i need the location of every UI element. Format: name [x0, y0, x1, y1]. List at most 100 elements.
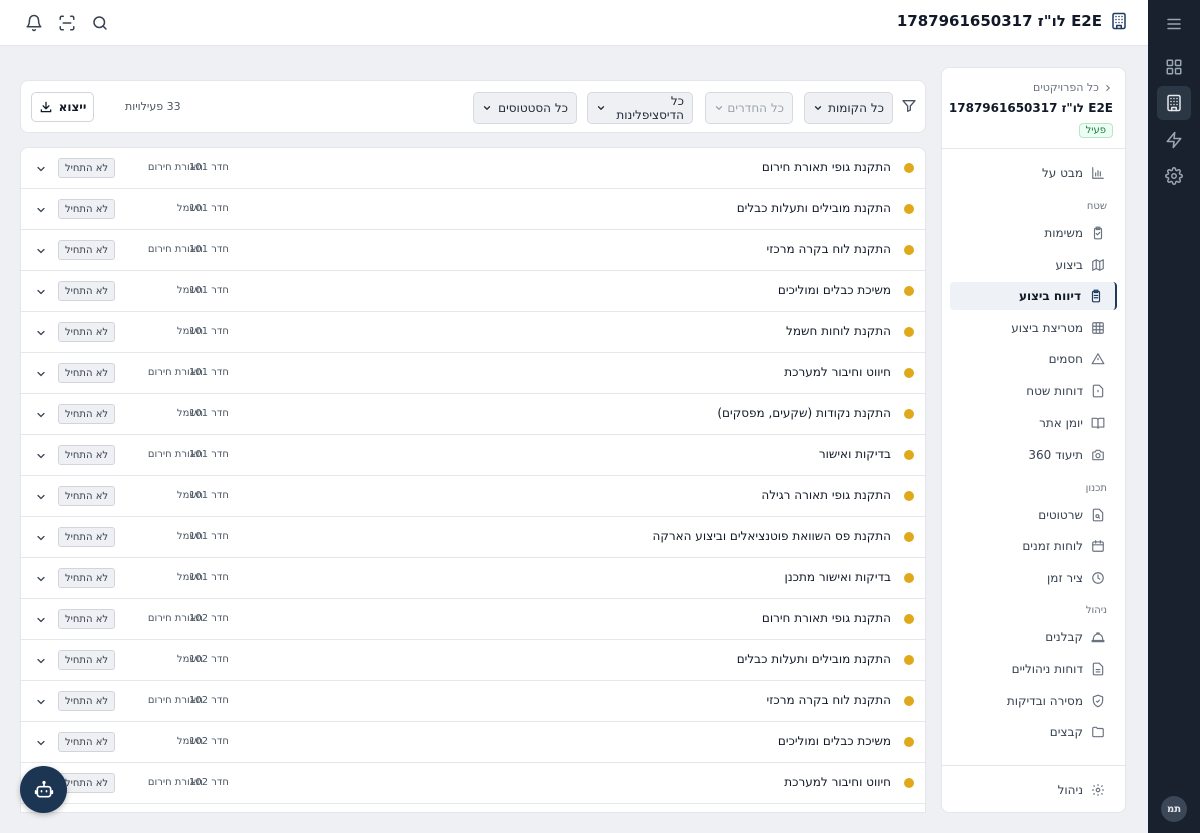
- chevron-down-icon[interactable]: [35, 163, 47, 175]
- nav-files[interactable]: קבצים: [950, 718, 1117, 746]
- status-button[interactable]: לא התחיל: [58, 445, 115, 465]
- chevron-down-icon[interactable]: [35, 450, 47, 462]
- status-button[interactable]: לא התחיל: [58, 322, 115, 342]
- status-button[interactable]: לא התחיל: [58, 281, 115, 301]
- activity-title: התקנת גופי תאורת חירום: [761, 611, 891, 625]
- nav-drawings[interactable]: שרטוטים: [950, 501, 1117, 529]
- activity-title: משיכת כבלים ומוליכים: [777, 734, 891, 748]
- activity-row[interactable]: התקנת גופי תאורה רגילה חדר 101 חשמל לא התחי…: [21, 476, 925, 517]
- nav-execution-report[interactable]: דיווח ביצוע: [950, 282, 1117, 310]
- chevron-down-icon[interactable]: [35, 696, 47, 708]
- chevron-down-icon[interactable]: [35, 655, 47, 667]
- filter-bar: כל הקומות כל החדרים כל הדיסציפלינות כל ה…: [20, 80, 926, 133]
- chevron-down-icon[interactable]: [35, 204, 47, 216]
- status-dot: [904, 614, 914, 624]
- building-icon: [1110, 12, 1128, 30]
- activity-row[interactable]: בדיקות ואישור חדר 101 תאורת חירום לא התחיל: [21, 435, 925, 476]
- floors-select[interactable]: כל הקומות: [804, 92, 893, 124]
- activity-row[interactable]: התקנת מובילים ותעלות כבלים חדר 102 חשמל לא …: [21, 640, 925, 681]
- assistant-bot-button[interactable]: [20, 766, 67, 813]
- activity-row[interactable]: חיווט וחיבור למערכת חדר 101 תאורת חירום לא …: [21, 353, 925, 394]
- gear-icon: [1091, 783, 1105, 797]
- status-button[interactable]: לא התחיל: [58, 568, 115, 588]
- scan-icon[interactable]: [58, 14, 76, 32]
- activity-row[interactable]: משיכת כבלים ומוליכים חדר 102 חשמל לא התחיל: [21, 722, 925, 763]
- activity-row[interactable]: התקנת פס השוואת פוטנציאלים וביצוע הארקה ח…: [21, 517, 925, 558]
- status-button[interactable]: לא התחיל: [58, 486, 115, 506]
- nav-contractors[interactable]: קבלנים: [950, 623, 1117, 651]
- status-dot: [904, 368, 914, 378]
- status-button[interactable]: לא התחיל: [58, 609, 115, 629]
- status-dot: [904, 655, 914, 665]
- chevron-down-icon[interactable]: [35, 286, 47, 298]
- nav-label: משימות: [1044, 226, 1083, 240]
- chevron-down-icon[interactable]: [35, 368, 47, 380]
- export-button[interactable]: ייצוא: [31, 92, 94, 122]
- status-button[interactable]: לא התחיל: [58, 404, 115, 424]
- nav-label: דוחות ניהוליים: [1011, 662, 1083, 676]
- activity-row[interactable]: משיכת כבלים ומוליכים חדר 101 חשמל לא התחיל: [21, 271, 925, 312]
- status-button[interactable]: לא התחיל: [58, 158, 115, 178]
- chevron-down-icon[interactable]: [35, 491, 47, 503]
- activity-title: התקנת מובילים ותעלות כבלים: [736, 201, 891, 215]
- statuses-select[interactable]: כל הסטטוסים: [473, 92, 577, 124]
- status-button[interactable]: לא התחיל: [58, 650, 115, 670]
- status-button[interactable]: לא התחיל: [58, 363, 115, 383]
- bell-icon[interactable]: [25, 14, 43, 32]
- chevron-down-icon[interactable]: [35, 532, 47, 544]
- nav-execution[interactable]: ביצוע: [950, 251, 1117, 279]
- activity-row[interactable]: התקנת נקודות (שקעים, מפסקים) חדר 101 חשמל ל…: [21, 394, 925, 435]
- user-avatar[interactable]: תמ: [1161, 796, 1187, 822]
- activity-row[interactable]: התקנת גופי תאורת חירום חדר 101 תאורת חירום…: [21, 148, 925, 189]
- nav-blockers[interactable]: חסמים: [950, 345, 1117, 373]
- nav-label: יומן אתר: [1039, 416, 1083, 430]
- menu-icon[interactable]: [1161, 11, 1187, 37]
- status-button[interactable]: לא התחיל: [58, 240, 115, 260]
- calendar-icon: [1091, 539, 1105, 553]
- disciplines-select[interactable]: כל הדיסציפלינות: [587, 92, 693, 124]
- status-button[interactable]: לא התחיל: [58, 199, 115, 219]
- breadcrumb[interactable]: כל הפרויקטים: [1033, 81, 1113, 94]
- activity-row[interactable]: התקנת מובילים ותעלות כבלים חדר 101 חשמל לא …: [21, 189, 925, 230]
- filter-icon[interactable]: [901, 98, 917, 114]
- activity-row[interactable]: התקנת לוח בקרה מרכזי חדר 102 תאורת חירום לא…: [21, 681, 925, 722]
- activity-title: חיווט וחיבור למערכת: [784, 365, 891, 379]
- gear-icon[interactable]: [1161, 163, 1187, 189]
- chevron-down-icon[interactable]: [35, 245, 47, 257]
- nav-execution-matrix[interactable]: מטריצת ביצוע: [950, 314, 1117, 342]
- clock-icon: [1091, 571, 1105, 585]
- nav-overview[interactable]: מבט על: [950, 159, 1117, 187]
- lightning-icon[interactable]: [1161, 127, 1187, 153]
- status-dot: [904, 778, 914, 788]
- nav-admin[interactable]: ניהול: [950, 776, 1117, 804]
- nav-360-docs[interactable]: תיעוד 360: [950, 441, 1117, 469]
- nav-schedules[interactable]: לוחות זמנים: [950, 532, 1117, 560]
- status-button[interactable]: לא התחיל: [58, 732, 115, 752]
- nav-handover[interactable]: מסירה ובדיקות: [950, 687, 1117, 715]
- status-dot: [904, 696, 914, 706]
- chevron-down-icon[interactable]: [35, 573, 47, 585]
- status-button[interactable]: לא התחיל: [58, 527, 115, 547]
- rooms-select[interactable]: כל החדרים: [705, 92, 793, 124]
- nav-field-reports[interactable]: דוחות שטח: [950, 377, 1117, 405]
- chevron-down-icon[interactable]: [35, 737, 47, 749]
- building-icon[interactable]: [1157, 86, 1191, 120]
- search-icon[interactable]: [91, 14, 109, 32]
- activity-row[interactable]: בדיקות ואישור מתכנן חדר 101 חשמל לא התחיל: [21, 558, 925, 599]
- nav-timeline[interactable]: ציר זמן: [950, 564, 1117, 592]
- floors-select-label: כל הקומות: [828, 101, 884, 115]
- activity-row[interactable]: התקנת לוחות חשמל חדר 101 חשמל לא התחיל: [21, 312, 925, 353]
- project-side-panel: כל הפרויקטים E2E לו"ז 1787961650317 פעיל…: [941, 67, 1126, 813]
- nav-site-log[interactable]: יומן אתר: [950, 409, 1117, 437]
- nav-management-reports[interactable]: דוחות ניהוליים: [950, 655, 1117, 683]
- chevron-down-icon[interactable]: [35, 614, 47, 626]
- nav-tasks[interactable]: משימות: [950, 219, 1117, 247]
- chevron-down-icon: [813, 103, 823, 113]
- activity-row[interactable]: התקנת גופי תאורת חירום חדר 102 תאורת חירום…: [21, 599, 925, 640]
- chevron-down-icon[interactable]: [35, 327, 47, 339]
- activity-row[interactable]: חיווט וחיבור למערכת חדר 102 תאורת חירום לא …: [21, 763, 925, 804]
- grid-icon[interactable]: [1161, 54, 1187, 80]
- status-button[interactable]: לא התחיל: [58, 691, 115, 711]
- chevron-down-icon[interactable]: [35, 409, 47, 421]
- activity-row[interactable]: התקנת לוח בקרה מרכזי חדר 101 תאורת חירום לא…: [21, 230, 925, 271]
